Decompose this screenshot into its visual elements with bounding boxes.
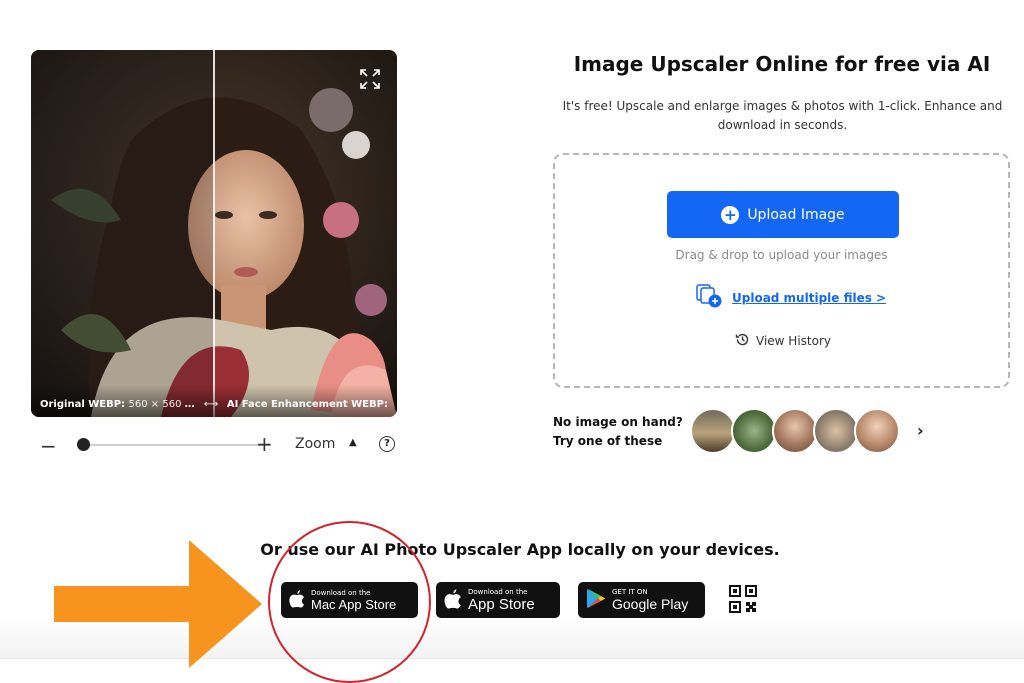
qr-code-icon[interactable]: [729, 585, 757, 613]
app-store-button[interactable]: Download on the App Store: [436, 582, 560, 618]
sample-thumbnails: [690, 408, 930, 454]
upload-image-label: Upload Image: [747, 206, 845, 223]
sample-thumb-woman-portrait[interactable]: [854, 408, 900, 454]
upload-multiple-label: Upload multiple files >: [732, 291, 887, 305]
app-store-big-text: App Store: [468, 595, 535, 613]
expand-icon[interactable]: [359, 68, 381, 90]
zoom-slider-handle[interactable]: [77, 438, 90, 451]
multiple-files-icon: [695, 283, 723, 313]
zoom-out-button[interactable]: −: [40, 434, 60, 458]
help-icon[interactable]: ?: [379, 436, 395, 452]
view-history-label: View History: [756, 334, 831, 348]
upload-dropzone[interactable]: + Upload Image Drag & drop to upload you…: [553, 153, 1010, 388]
swap-arrow-icon: ⟷: [203, 398, 219, 410]
plus-circle-icon: +: [721, 205, 740, 224]
google-play-big-text: Google Play: [612, 596, 689, 612]
upload-image-button[interactable]: + Upload Image: [667, 191, 899, 238]
apple-icon: [444, 588, 462, 613]
sample-prompt-line1: No image on hand?: [553, 415, 683, 429]
sample-prompt: No image on hand? Try one of these: [553, 413, 693, 451]
original-caption-label: Original WEBP:: [40, 398, 126, 410]
samples-next-chevron-icon[interactable]: ›: [917, 421, 924, 440]
sample-prompt-line2: Try one of these: [553, 434, 663, 448]
zoom-slider-track[interactable]: [80, 444, 270, 446]
comparison-divider[interactable]: [213, 50, 215, 417]
zoom-controls: − + Zoom ▲ ?: [40, 432, 400, 458]
upload-multiple-link[interactable]: Upload multiple files >: [695, 283, 887, 313]
original-caption: Original WEBP: 560 × 560 p...: [40, 399, 195, 410]
history-icon: [735, 332, 750, 350]
sample-thumb-car[interactable]: [690, 408, 736, 454]
comparison-preview[interactable]: Original WEBP: 560 × 560 p... ⟷ AI Face …: [31, 50, 397, 417]
google-play-small-text: GET IT ON: [612, 588, 648, 596]
page-title: Image Upscaler Online for free via AI: [573, 52, 991, 76]
sample-thumb-family[interactable]: [813, 408, 859, 454]
annotation-circle: [268, 521, 431, 683]
comparison-caption: Original WEBP: 560 × 560 p... ⟷ AI Face …: [31, 385, 397, 417]
app-store-small-text: Download on the: [468, 587, 528, 596]
sample-thumb-child-portrait[interactable]: [772, 408, 818, 454]
zoom-in-button[interactable]: +: [256, 432, 273, 456]
drag-drop-hint: Drag & drop to upload your images: [675, 248, 888, 262]
page-subtitle: It's free! Upscale and enlarge images & …: [562, 99, 1003, 132]
sample-thumb-aerial-road[interactable]: [731, 408, 777, 454]
google-play-icon: [586, 588, 606, 613]
annotation-arrow: [54, 540, 262, 668]
google-play-button[interactable]: GET IT ON Google Play: [578, 582, 705, 618]
ai-caption: AI Face Enhancement WEBP:: [226, 398, 388, 410]
view-history-link[interactable]: View History: [735, 332, 831, 350]
original-caption-size: 560 × 560 p...: [128, 398, 196, 410]
zoom-dropdown-caret-icon[interactable]: ▲: [349, 437, 357, 448]
zoom-label: Zoom: [295, 436, 336, 452]
